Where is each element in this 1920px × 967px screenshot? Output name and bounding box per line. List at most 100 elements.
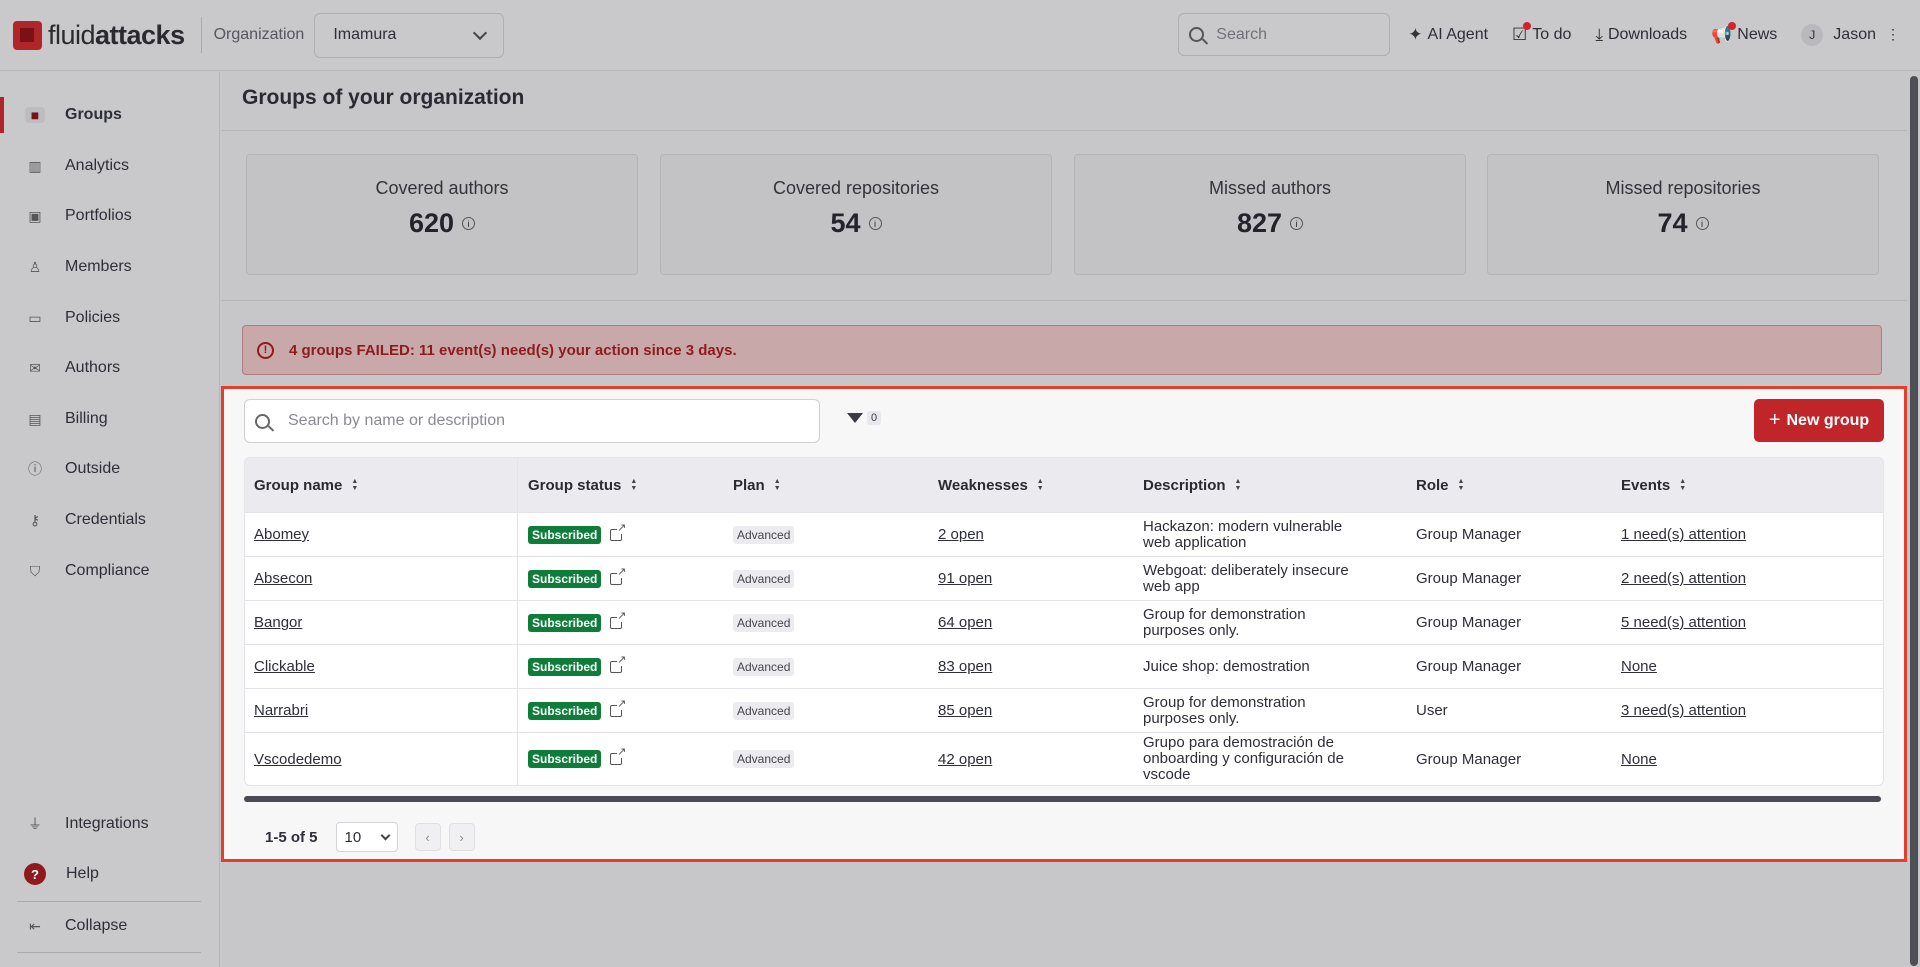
- user-plus-icon: ♙: [28, 258, 42, 275]
- events-link[interactable]: None: [1621, 658, 1657, 675]
- table-row[interactable]: Bangor Subscribed Advanced 64 open Group…: [245, 600, 1883, 644]
- column-header-group-name[interactable]: Group name ▲ ▼: [254, 477, 358, 494]
- search-icon: [1189, 27, 1205, 42]
- sidebar-item-label: Collapse: [65, 917, 128, 934]
- events-link[interactable]: 1 need(s) attention: [1621, 526, 1746, 543]
- weaknesses-link[interactable]: 2 open: [938, 526, 984, 543]
- todo-button[interactable]: ☑ To do: [1512, 21, 1572, 45]
- group-search-input[interactable]: [288, 412, 808, 430]
- sidebar-item-integrations[interactable]: ⏚ Integrations: [0, 806, 219, 842]
- pagination-range: 1-5 of 5: [265, 828, 318, 846]
- sparkle-icon: ✦: [1408, 24, 1423, 44]
- horizontal-scrollbar[interactable]: [244, 796, 1881, 802]
- table-row[interactable]: Absecon Subscribed Advanced 91 open Webg…: [245, 556, 1883, 600]
- external-link-icon[interactable]: [610, 566, 627, 585]
- sidebar-item-credentials[interactable]: ⚷ Credentials: [0, 502, 219, 538]
- sidebar-item-label: Authors: [65, 359, 121, 376]
- global-search-input[interactable]: Search: [1178, 13, 1391, 56]
- sort-icon: ▲ ▼: [351, 478, 359, 492]
- logo-mark-icon: [13, 20, 42, 50]
- rows-per-page-select[interactable]: 10: [335, 822, 398, 852]
- collapse-icon: ⇤: [29, 917, 41, 934]
- plan-badge: Advanced: [733, 613, 795, 632]
- fluid-attacks-logo[interactable]: fluidattacks: [13, 15, 185, 55]
- info-icon[interactable]: i: [1695, 217, 1709, 230]
- downloads-button[interactable]: ⤓ Downloads: [1595, 25, 1687, 45]
- external-link-icon[interactable]: [610, 522, 627, 541]
- info-icon[interactable]: i: [462, 217, 476, 230]
- sidebar-item-authors[interactable]: ✉ Authors: [0, 350, 219, 386]
- column-header-description[interactable]: Description ▲ ▼: [1143, 477, 1241, 494]
- credit-card-icon: ▤: [28, 410, 42, 427]
- column-header-events[interactable]: Events ▲ ▼: [1621, 477, 1686, 494]
- weaknesses-link[interactable]: 83 open: [938, 658, 992, 675]
- description-text: Group for demonstration purposes only.: [1143, 605, 1306, 639]
- sidebar-divider: [17, 901, 201, 902]
- chevron-left-icon: ‹: [425, 829, 430, 845]
- group-name-link[interactable]: Narrabri: [254, 702, 308, 719]
- ai-agent-button[interactable]: ✦ AI Agent: [1408, 25, 1488, 45]
- external-link-icon[interactable]: [610, 698, 627, 717]
- weaknesses-link[interactable]: 85 open: [938, 702, 992, 719]
- vertical-scrollbar[interactable]: [1910, 76, 1918, 966]
- sidebar-item-label: Portfolios: [65, 207, 132, 224]
- sidebar-item-outside[interactable]: ⓘ Outside: [0, 451, 219, 487]
- user-menu[interactable]: J Jason ⋮: [1801, 23, 1900, 46]
- group-name-link[interactable]: Abomey: [254, 526, 309, 543]
- column-header-group-status[interactable]: Group status ▲ ▼: [528, 477, 637, 494]
- group-name-link[interactable]: Clickable: [254, 658, 315, 675]
- new-group-button[interactable]: + New group: [1754, 399, 1884, 442]
- events-link[interactable]: 3 need(s) attention: [1621, 702, 1746, 719]
- external-link-icon[interactable]: [610, 610, 627, 629]
- sidebar-item-portfolios[interactable]: ▣ Portfolios: [0, 198, 219, 234]
- filter-button[interactable]: 0: [847, 411, 882, 425]
- sidebar-collapse-button[interactable]: ⇤ Collapse: [0, 908, 219, 944]
- next-page-button[interactable]: ›: [448, 823, 475, 851]
- sidebar-item-billing[interactable]: ▤ Billing: [0, 401, 219, 437]
- table-row[interactable]: Narrabri Subscribed Advanced 85 open Gro…: [245, 688, 1883, 732]
- sidebar-item-help[interactable]: ? Help: [0, 856, 219, 892]
- organization-select[interactable]: Imamura: [314, 12, 505, 58]
- column-header-plan[interactable]: Plan ▲ ▼: [733, 477, 781, 494]
- alert-circle-icon: !: [257, 341, 274, 359]
- events-link[interactable]: 5 need(s) attention: [1621, 614, 1746, 631]
- briefcase-icon: ▣: [28, 207, 42, 224]
- sidebar-item-label: Integrations: [65, 815, 149, 832]
- weaknesses-link[interactable]: 64 open: [938, 614, 992, 631]
- bar-chart-icon: ▥: [28, 157, 42, 174]
- news-button[interactable]: 📢 News: [1711, 21, 1778, 45]
- checklist-icon: ☑: [1512, 21, 1532, 45]
- weaknesses-link[interactable]: 42 open: [938, 751, 992, 768]
- column-header-role[interactable]: Role ▲ ▼: [1416, 477, 1464, 494]
- group-name-link[interactable]: Bangor: [254, 614, 302, 631]
- events-link[interactable]: 2 need(s) attention: [1621, 570, 1746, 587]
- info-icon[interactable]: i: [868, 217, 882, 230]
- metric-label: Covered authors: [375, 178, 509, 198]
- previous-page-button[interactable]: ‹: [414, 823, 441, 851]
- sidebar-item-analytics[interactable]: ▥ Analytics: [0, 148, 219, 184]
- sort-icon: ▲ ▼: [773, 478, 781, 492]
- table-row[interactable]: Clickable Subscribed Advanced 83 open Ju…: [245, 644, 1883, 688]
- info-icon[interactable]: i: [1290, 217, 1304, 230]
- column-label: Description: [1143, 476, 1226, 494]
- column-header-weaknesses[interactable]: Weaknesses ▲ ▼: [938, 477, 1044, 494]
- sidebar-item-members[interactable]: ♙ Members: [0, 249, 219, 285]
- failed-groups-alert: ! 4 groups FAILED: 11 event(s) need(s) y…: [242, 325, 1882, 375]
- news-label: News: [1737, 25, 1778, 43]
- sidebar-item-compliance[interactable]: ⛉ Compliance: [0, 553, 219, 589]
- group-name-link[interactable]: Vscodedemo: [254, 751, 342, 768]
- todo-label: To do: [1532, 25, 1572, 43]
- group-name-link[interactable]: Absecon: [254, 570, 312, 587]
- description-text: Juice shop: demostration: [1143, 657, 1310, 675]
- group-search-field[interactable]: [244, 399, 820, 443]
- external-link-icon[interactable]: [610, 747, 627, 765]
- sidebar-item-policies[interactable]: ▭ Policies: [0, 300, 219, 336]
- sidebar-item-groups[interactable]: ■ Groups: [0, 97, 219, 133]
- plus-icon: +: [1768, 409, 1781, 431]
- table-row[interactable]: Vscodedemo Subscribed Advanced 42 open G…: [245, 732, 1883, 785]
- events-link[interactable]: None: [1621, 751, 1657, 768]
- megaphone-icon: 📢: [1711, 21, 1737, 45]
- table-row[interactable]: Abomey Subscribed Advanced 2 open Hackaz…: [245, 512, 1883, 556]
- weaknesses-link[interactable]: 91 open: [938, 570, 992, 587]
- external-link-icon[interactable]: [610, 654, 627, 673]
